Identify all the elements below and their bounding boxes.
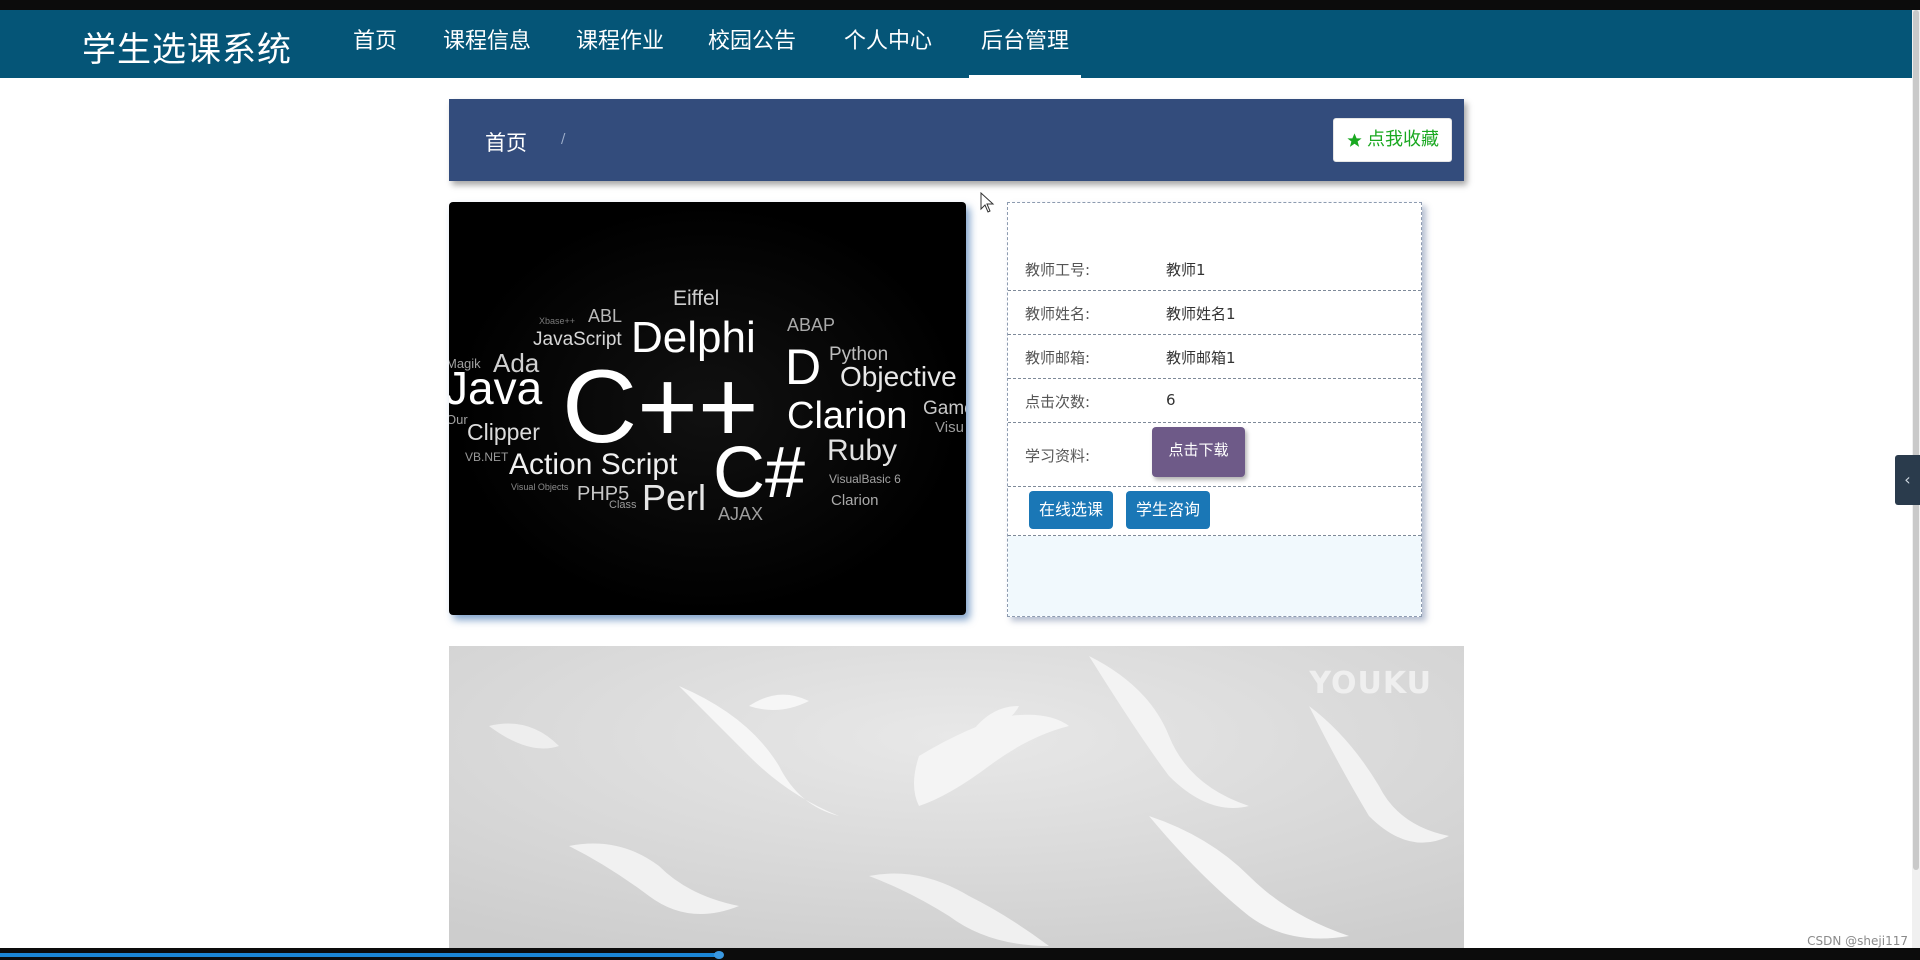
youku-logo: YOUKU <box>1309 666 1432 701</box>
video-player[interactable]: YOUKU <box>449 646 1464 948</box>
word-cloud-word: Ruby <box>827 434 897 467</box>
click-count-value: 6 <box>1166 391 1176 409</box>
video-progress-handle[interactable] <box>714 951 724 959</box>
teacher-email-row: 教师邮箱: 教师邮箱1 <box>1008 335 1421 379</box>
word-cloud-word: ABL <box>588 306 622 326</box>
teacher-id-row: 教师工号: 教师1 <box>1008 246 1421 291</box>
word-cloud-word: VB.NET <box>465 450 509 464</box>
word-cloud-word: VisualBasic 6 <box>829 472 901 486</box>
nav-item-admin[interactable]: 后台管理 <box>969 10 1081 78</box>
study-material-label: 学习资料: <box>1025 447 1091 465</box>
top-navbar: 学生选课系统 首页 课程信息 课程作业 校园公告 个人中心 后台管理 <box>0 10 1912 78</box>
teacher-email-label: 教师邮箱: <box>1025 349 1091 367</box>
word-cloud-word: Magik <box>449 356 481 371</box>
word-cloud-word: AJAX <box>718 504 763 524</box>
word-cloud-word: D <box>785 339 821 395</box>
download-button[interactable]: 点击下载 <box>1152 427 1245 477</box>
teacher-name-value: 教师姓名1 <box>1166 305 1236 323</box>
favorite-label: 点我收藏 <box>1367 129 1439 150</box>
word-cloud-word: Visu <box>935 419 964 436</box>
chevron-left-icon[interactable]: ‹ <box>1895 455 1920 505</box>
online-course-selection-button[interactable]: 在线选课 <box>1029 491 1114 529</box>
breadcrumb-separator: / <box>561 132 566 147</box>
nav-item-home[interactable]: 首页 <box>350 10 400 78</box>
word-cloud-word: Objective <box>840 361 957 392</box>
favorite-button[interactable]: 点我收藏 <box>1333 118 1452 162</box>
nav-item-course-homework[interactable]: 课程作业 <box>574 10 666 78</box>
programming-word-cloud: Eiffel ABL JavaScript Delphi ABAP Python… <box>449 287 966 524</box>
teacher-id-label: 教师工号: <box>1025 261 1091 279</box>
breadcrumb-home-link[interactable]: 首页 <box>485 127 527 157</box>
word-cloud-word: Class <box>609 499 637 511</box>
course-cover-image: Eiffel ABL JavaScript Delphi ABAP Python… <box>449 202 966 615</box>
click-count-label: 点击次数: <box>1025 393 1091 411</box>
word-cloud-word: JavaScript <box>533 329 622 350</box>
word-cloud-word: Clarion <box>787 395 907 437</box>
video-progress-bar[interactable] <box>0 953 720 957</box>
mouse-cursor-icon <box>980 192 995 213</box>
nav-item-campus-notice[interactable]: 校园公告 <box>706 10 798 78</box>
teacher-id-value: 教师1 <box>1166 261 1206 279</box>
top-window-edge <box>0 0 1920 10</box>
word-cloud-word: Visual Objects <box>511 482 569 492</box>
word-cloud-word: Clarion <box>831 492 879 509</box>
click-count-row: 点击次数: 6 <box>1008 379 1421 423</box>
word-cloud-word: C# <box>713 433 805 513</box>
word-cloud-word: Game <box>923 398 966 419</box>
brand-title: 学生选课系统 <box>82 30 292 70</box>
word-cloud-word: Xbase++ <box>539 316 575 326</box>
teacher-name-label: 教师姓名: <box>1025 305 1091 323</box>
watermark-text: CSDN @sheji117 <box>1807 934 1908 948</box>
student-consultation-button[interactable]: 学生咨询 <box>1126 491 1211 529</box>
word-cloud-word: Perl <box>642 477 706 518</box>
breadcrumb: 首页 / 点我收藏 <box>449 99 1464 181</box>
nav-item-personal-center[interactable]: 个人中心 <box>842 10 934 78</box>
info-panel-footer <box>1008 536 1421 616</box>
star-icon <box>1347 132 1362 147</box>
word-cloud-word: Clipper <box>467 419 540 445</box>
page-scrollbar-thumb[interactable] <box>1913 10 1919 870</box>
word-cloud-word: ABAP <box>787 315 835 335</box>
teacher-info-panel: 教师工号: 教师1 教师姓名: 教师姓名1 教师邮箱: 教师邮箱1 点击次数: … <box>1007 202 1422 617</box>
word-cloud-word: Our <box>449 412 468 427</box>
word-cloud-word: Eiffel <box>673 287 719 310</box>
teacher-email-value: 教师邮箱1 <box>1166 349 1236 367</box>
teacher-name-row: 教师姓名: 教师姓名1 <box>1008 291 1421 335</box>
nav-item-course-info[interactable]: 课程信息 <box>441 10 533 78</box>
